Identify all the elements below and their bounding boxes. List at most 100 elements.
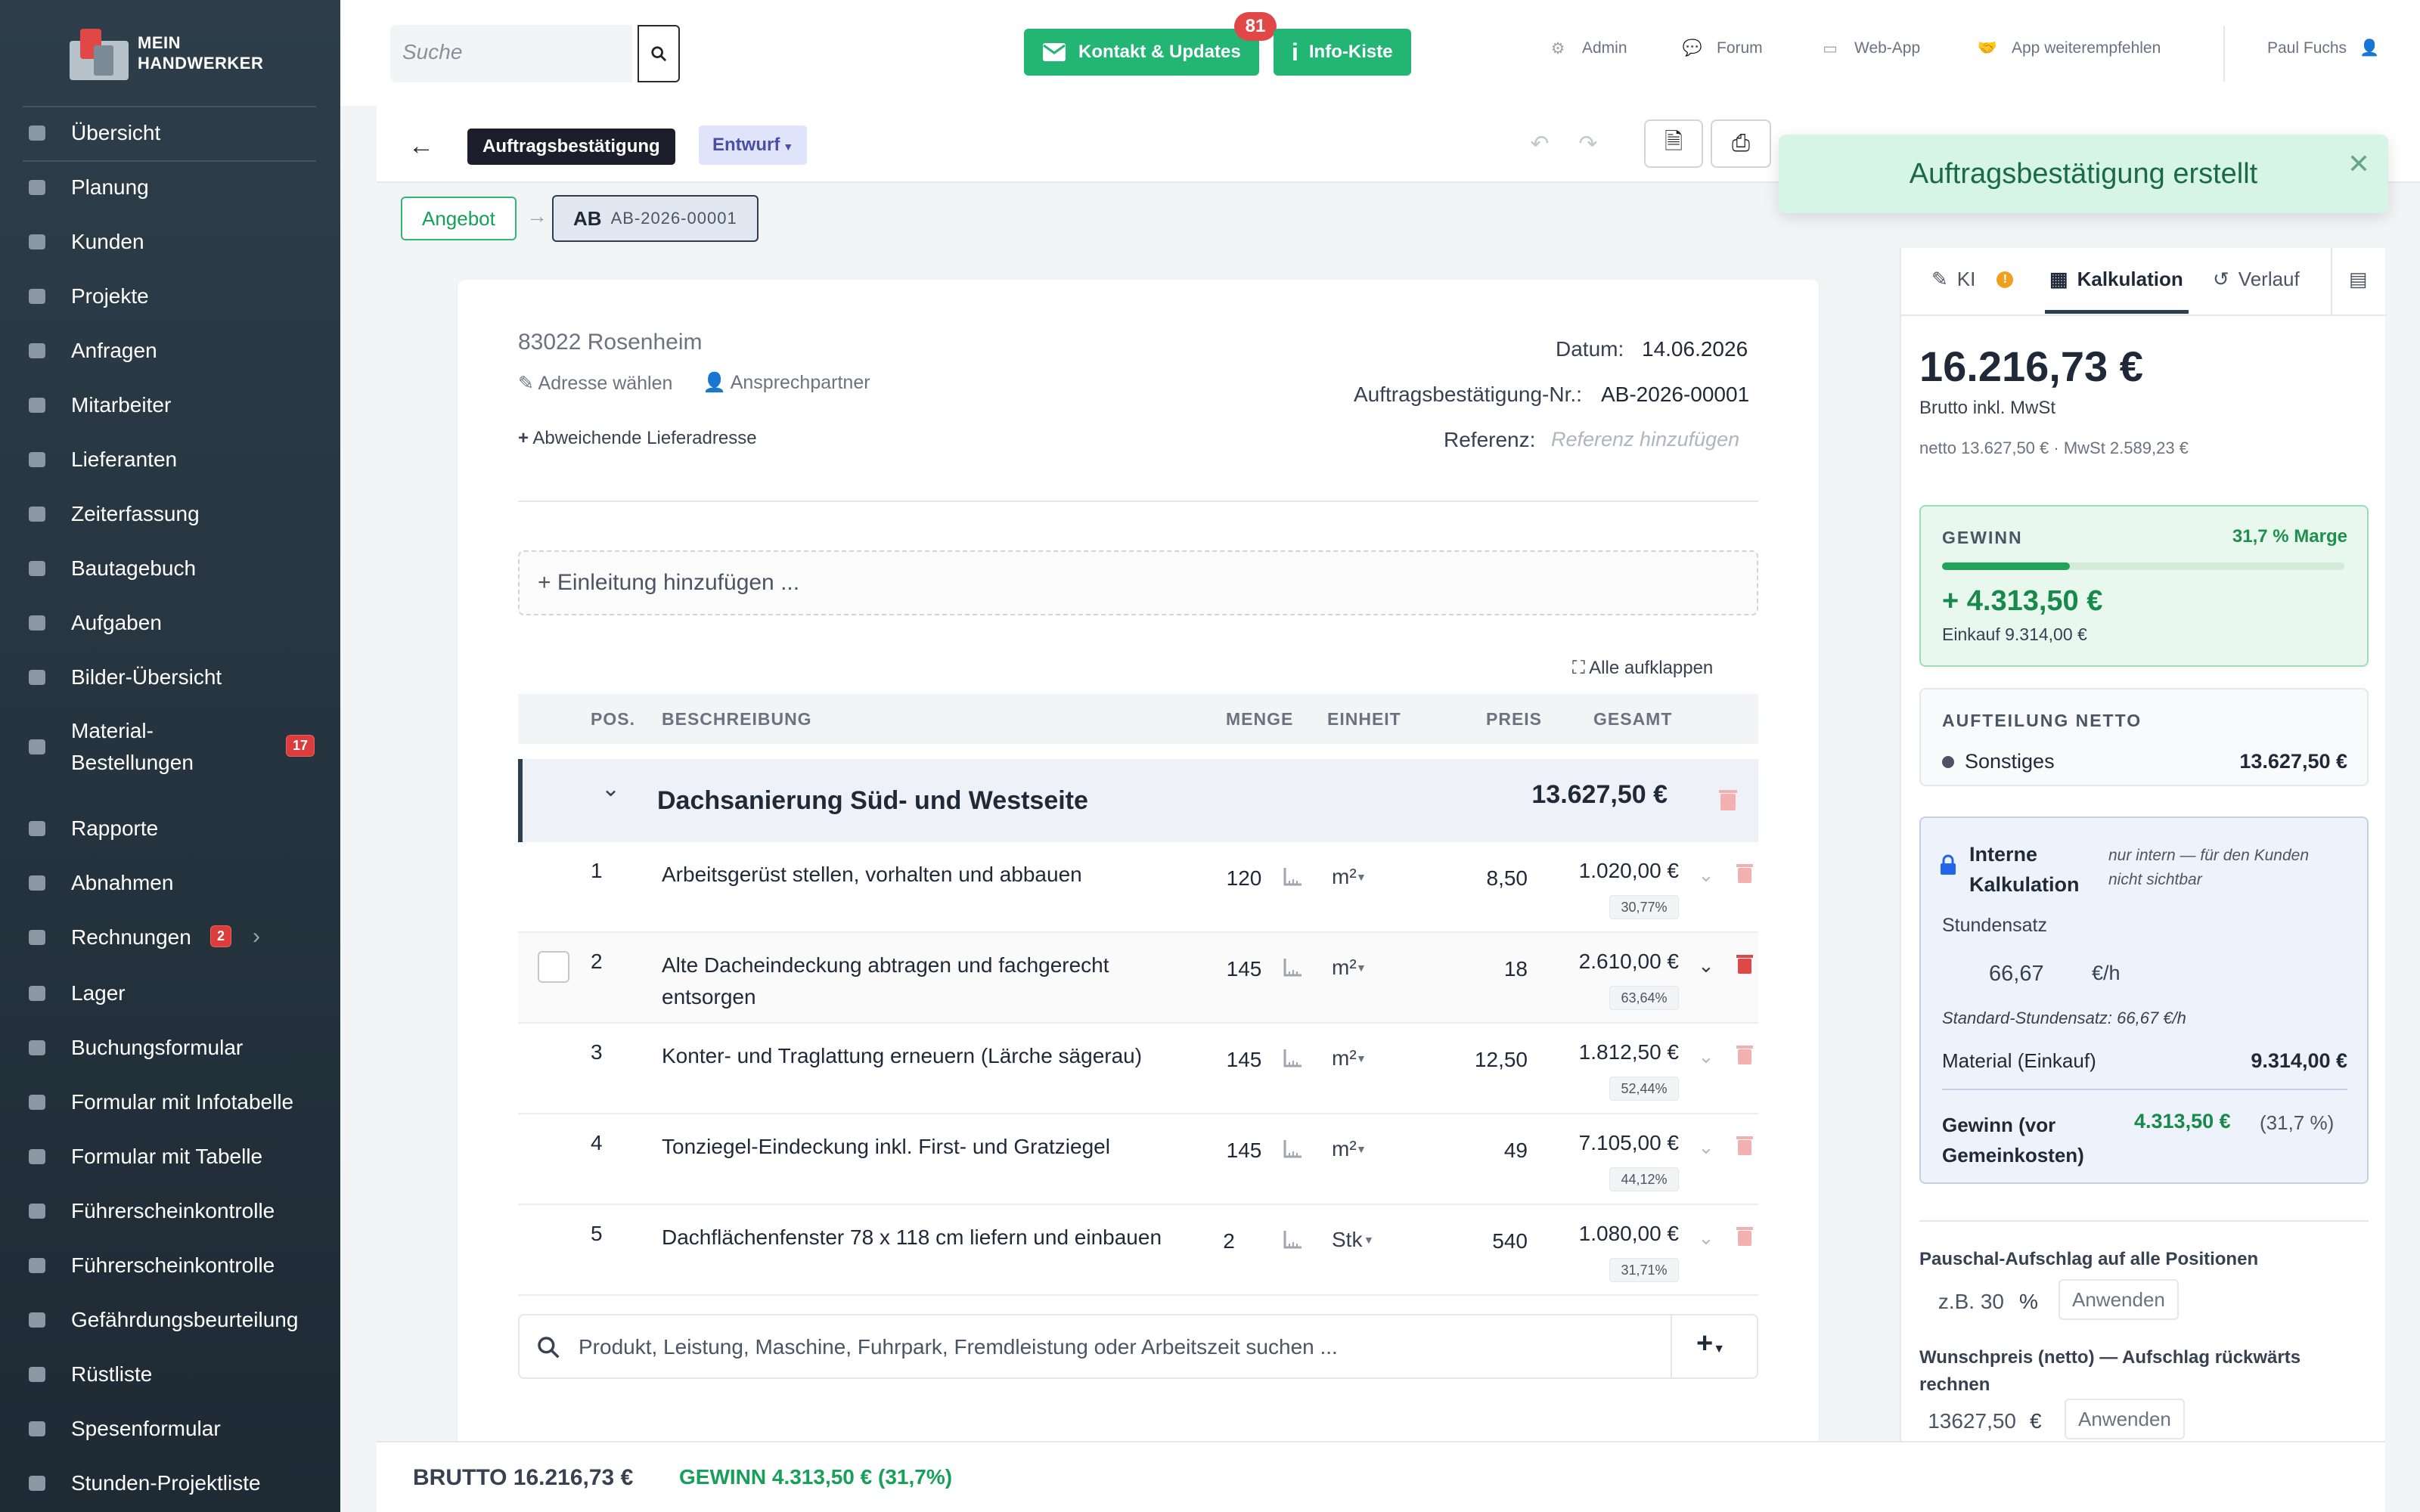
close-icon[interactable]: ✕ [2347,148,2370,180]
row-unit[interactable]: Stk [1332,1228,1362,1252]
admin-link[interactable]: ⚙ Admin [1547,39,1627,57]
table-row[interactable]: 1 Arbeitsgerüst stellen, vorhalten und ab… [518,842,1758,933]
row-description[interactable]: Dachflächenfenster 78 x 118 cm liefern u… [662,1222,1206,1253]
sidebar-item[interactable]: Rechnungen 2 › [0,915,340,960]
chain-current-chip[interactable]: AB AB-2026-00001 [552,195,759,242]
row-checkbox[interactable] [538,951,569,983]
sidebar-item[interactable]: Führerscheinkontrolle [0,1243,340,1288]
caret-down-icon[interactable]: ▼ [1356,962,1367,974]
add-dropdown-button[interactable]: +▼ [1696,1328,1725,1360]
row-unit[interactable]: m² [1332,1137,1357,1161]
sidebar-item[interactable]: Spesenformular [0,1406,340,1452]
sidebar-item[interactable]: Formular mit Infotabelle [0,1080,340,1125]
caret-down-icon[interactable]: ▼ [1356,871,1367,883]
chevron-down-icon[interactable]: ⌄ [1698,1226,1714,1250]
forum-link[interactable]: 💬 Forum [1682,39,1763,57]
chevron-down-icon[interactable]: ⌄ [601,776,620,802]
info-kiste-button[interactable]: i Info-Kiste [1274,29,1411,76]
sidebar-item[interactable]: Kunden [0,219,340,265]
brand-logo[interactable]: MEIN HANDWERKER [64,23,290,83]
position-group[interactable]: ⌄ Dachsanierung Süd- und Westseite 13.62… [518,759,1758,842]
stundensatz-input[interactable]: 66,67 [1942,953,2093,995]
reference-input[interactable]: Referenz hinzufügen [1551,428,1739,451]
search-input[interactable]: Suche [390,25,632,82]
tab-kalkulation[interactable]: ▦ Kalkulation [2049,268,2183,291]
doc-number-value[interactable]: AB-2026-00001 [1601,383,1749,407]
trash-icon[interactable] [1736,862,1757,886]
row-unit[interactable]: m² [1332,956,1357,980]
ruler-icon[interactable] [1282,1046,1305,1069]
trash-icon[interactable] [1736,1225,1757,1249]
sidebar-item[interactable]: Gefährdungsbeurteilung [0,1297,340,1343]
chain-angebot-chip[interactable]: Angebot [401,197,517,240]
ruler-icon[interactable] [1282,865,1305,888]
sidebar-item[interactable]: Rapporte [0,806,340,851]
row-description[interactable]: Konter- und Traglattung erneuern (Lärche… [662,1040,1206,1072]
trash-icon[interactable] [1736,953,1757,977]
caret-down-icon[interactable]: ▼ [1364,1234,1374,1246]
row-description[interactable]: Alte Dacheindeckung abtragen und fachger… [662,950,1206,1013]
ruler-icon[interactable] [1282,1228,1305,1250]
status-dropdown[interactable]: Entwurf ▼ [699,125,808,165]
sidebar-item[interactable]: Mitarbeiter [0,383,340,428]
sidebar-item[interactable]: Anfragen [0,328,340,373]
table-row[interactable]: 3 Konter- und Traglattung erneuern (Lärch… [518,1024,1758,1114]
row-price[interactable]: 12,50 [1410,1048,1528,1072]
chevron-down-icon[interactable]: ⌄ [1698,1045,1714,1068]
print-button[interactable]: ⎙ [1711,119,1771,168]
wunsch-input[interactable]: 13627,50 [1919,1409,2016,1433]
row-quantity[interactable]: 145 [1221,957,1267,981]
chevron-down-icon[interactable]: ⌄ [1698,1136,1714,1159]
ruler-icon[interactable] [1282,956,1305,978]
row-price[interactable]: 18 [1410,957,1528,981]
trash-icon[interactable] [1717,788,1739,816]
alt-delivery-link[interactable]: + Abweichende Lieferadresse [518,428,757,449]
row-description[interactable]: Arbeitsgerüst stellen, vorhalten und abb… [662,859,1206,891]
web-app-link[interactable]: ▭ Web-App [1820,39,1920,57]
expand-all-button[interactable]: ⛶ Alle aufklappen [1572,658,1713,679]
sidebar-item[interactable]: Bautagebuch [0,546,340,591]
row-quantity[interactable]: 120 [1221,866,1267,891]
tab-verlauf[interactable]: ↺ Verlauf [2213,268,2300,291]
tab-ki[interactable]: ✎ KI! [1931,268,2014,291]
wunsch-apply-button[interactable]: Anwenden [2065,1399,2185,1439]
sidebar-item[interactable]: Stunden-Projektliste [0,1461,340,1506]
row-description[interactable]: Tonziegel-Eindeckung inkl. First- und Gr… [662,1131,1206,1163]
search-button[interactable] [638,25,680,82]
product-search[interactable]: Produkt, Leistung, Maschine, Fuhrpark, F… [518,1314,1758,1379]
trash-icon[interactable] [1736,1043,1757,1067]
undo-icon[interactable]: ↶ [1519,121,1561,166]
sidebar-item[interactable]: Formular mit Tabelle [0,1134,340,1179]
kontakt-updates-button[interactable]: Kontakt & Updates [1024,29,1259,76]
sidebar-item[interactable]: Bilder-Übersicht [0,655,340,700]
pauschal-apply-button[interactable]: Anwenden [2059,1279,2179,1320]
chevron-down-icon[interactable]: ⌄ [1698,863,1714,887]
table-row[interactable]: 2 Alte Dacheindeckung abtragen und fachge… [518,933,1758,1024]
recommend-app-link[interactable]: 🤝 App weiterempfehlen [1977,39,2161,57]
row-price[interactable]: 49 [1410,1139,1528,1163]
ruler-icon[interactable] [1282,1137,1305,1160]
sidebar-item[interactable]: Lager [0,971,340,1016]
sidebar-item[interactable]: Aufgaben [0,600,340,646]
date-value[interactable]: 14.06.2026 [1642,337,1748,361]
redo-icon[interactable]: ↷ [1567,121,1609,166]
tab-notes[interactable]: ▤ [2349,268,2368,291]
row-price[interactable]: 8,50 [1410,866,1528,891]
row-price[interactable]: 540 [1410,1229,1528,1253]
chevron-down-icon[interactable]: ⌄ [1698,954,1714,978]
row-unit[interactable]: m² [1332,865,1357,889]
trash-icon[interactable] [1736,1134,1757,1158]
row-quantity[interactable]: 145 [1221,1139,1267,1163]
table-row[interactable]: 4 Tonziegel-Eindeckung inkl. First- und G… [518,1114,1758,1205]
back-arrow-icon[interactable]: ← [408,132,434,161]
chevron-right-icon[interactable]: › [253,924,260,950]
group-title[interactable]: Dachsanierung Süd- und Westseite [657,786,1088,816]
sidebar-item[interactable]: Projekte [0,274,340,319]
sidebar-item[interactable]: Lieferanten [0,437,340,482]
pauschal-input[interactable]: z.B. 30 [1931,1290,2004,1314]
pdf-button[interactable]: 🗎 [1644,119,1703,168]
sidebar-item[interactable]: Zeiterfassung [0,491,340,537]
caret-down-icon[interactable]: ▼ [1356,1143,1367,1155]
sidebar-item[interactable]: Abnahmen [0,860,340,906]
sidebar-item[interactable]: Rüstliste [0,1352,340,1397]
